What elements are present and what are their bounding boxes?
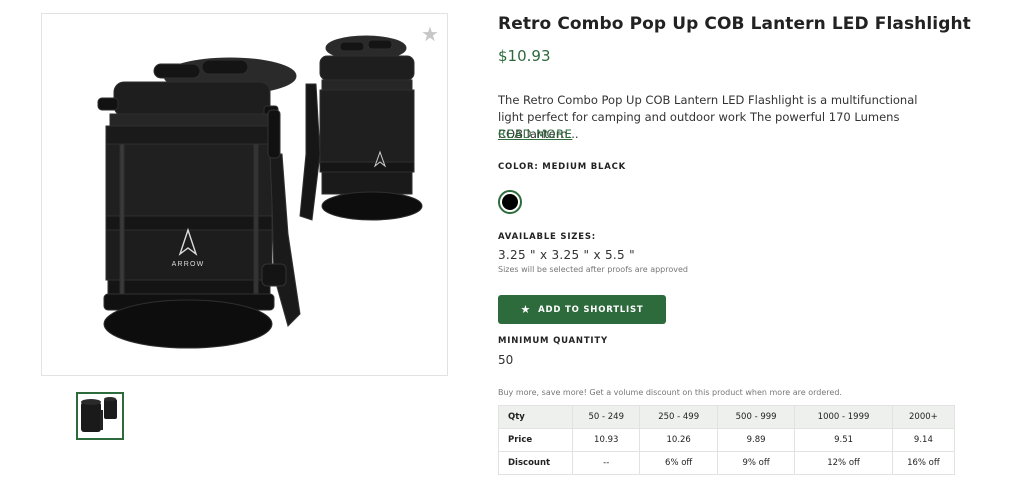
table-cell: Discount: [498, 451, 573, 475]
table-header-cell: 50 - 249: [571, 405, 641, 429]
brand-label: ARROW: [172, 261, 205, 268]
table-cell: 9.89: [716, 428, 796, 452]
table-cell: Price: [498, 428, 573, 452]
table-header-row: Qty 50 - 249 250 - 499 500 - 999 1000 - …: [498, 405, 956, 429]
small-lantern: [299, 35, 423, 221]
table-header-cell: 2000+: [891, 405, 956, 429]
size-value: 3.25 " x 3.25 " x 5.5 ": [498, 248, 635, 262]
minimum-quantity-value: 50: [498, 353, 514, 367]
table-header-cell: Qty: [498, 405, 573, 429]
swatch-fill: [502, 194, 518, 210]
table-cell: 10.26: [639, 428, 718, 452]
volume-discount-note: Buy more, save more! Get a volume discou…: [498, 388, 842, 397]
table-cell: 16% off: [891, 451, 956, 475]
add-to-shortlist-label: ADD TO SHORTLIST: [538, 304, 644, 315]
color-swatch-medium-black[interactable]: [498, 190, 522, 214]
size-note: Sizes will be selected after proofs are …: [498, 265, 688, 274]
table-header-cell: 500 - 999: [716, 405, 796, 429]
table-cell: 9.51: [794, 428, 893, 452]
table-header-cell: 250 - 499: [639, 405, 718, 429]
large-lantern: [97, 57, 297, 349]
table-cell: --: [571, 451, 641, 475]
table-row-discount: Discount -- 6% off 9% off 12% off 16% of…: [498, 451, 956, 475]
table-header-cell: 1000 - 1999: [794, 405, 893, 429]
thumbnail-lantern-image: [81, 397, 117, 432]
volume-pricing-table: Qty 50 - 249 250 - 499 500 - 999 1000 - …: [498, 405, 956, 475]
read-more-link[interactable]: READ MORE: [498, 127, 572, 141]
table-cell: 6% off: [639, 451, 718, 475]
product-main-image: ARROW ★: [41, 13, 448, 376]
table-cell: 9.14: [891, 428, 956, 452]
minimum-quantity-label: MINIMUM QUANTITY: [498, 336, 608, 346]
product-thumbnail[interactable]: [76, 392, 124, 440]
table-cell: 9% off: [716, 451, 796, 475]
favorite-star-icon[interactable]: ★: [420, 24, 440, 44]
star-icon: ★: [520, 303, 532, 316]
color-label: COLOR: MEDIUM BLACK: [498, 162, 627, 172]
lantern-product-photo: ARROW: [97, 35, 423, 349]
add-to-shortlist-button[interactable]: ★ ADD TO SHORTLIST: [498, 295, 666, 324]
table-cell: 10.93: [571, 428, 641, 452]
table-row-price: Price 10.93 10.26 9.89 9.51 9.14: [498, 428, 956, 452]
available-sizes-label: AVAILABLE SIZES:: [498, 232, 596, 242]
product-price: $10.93: [498, 47, 551, 65]
table-cell: 12% off: [794, 451, 893, 475]
product-title: Retro Combo Pop Up COB Lantern LED Flash…: [498, 14, 971, 34]
